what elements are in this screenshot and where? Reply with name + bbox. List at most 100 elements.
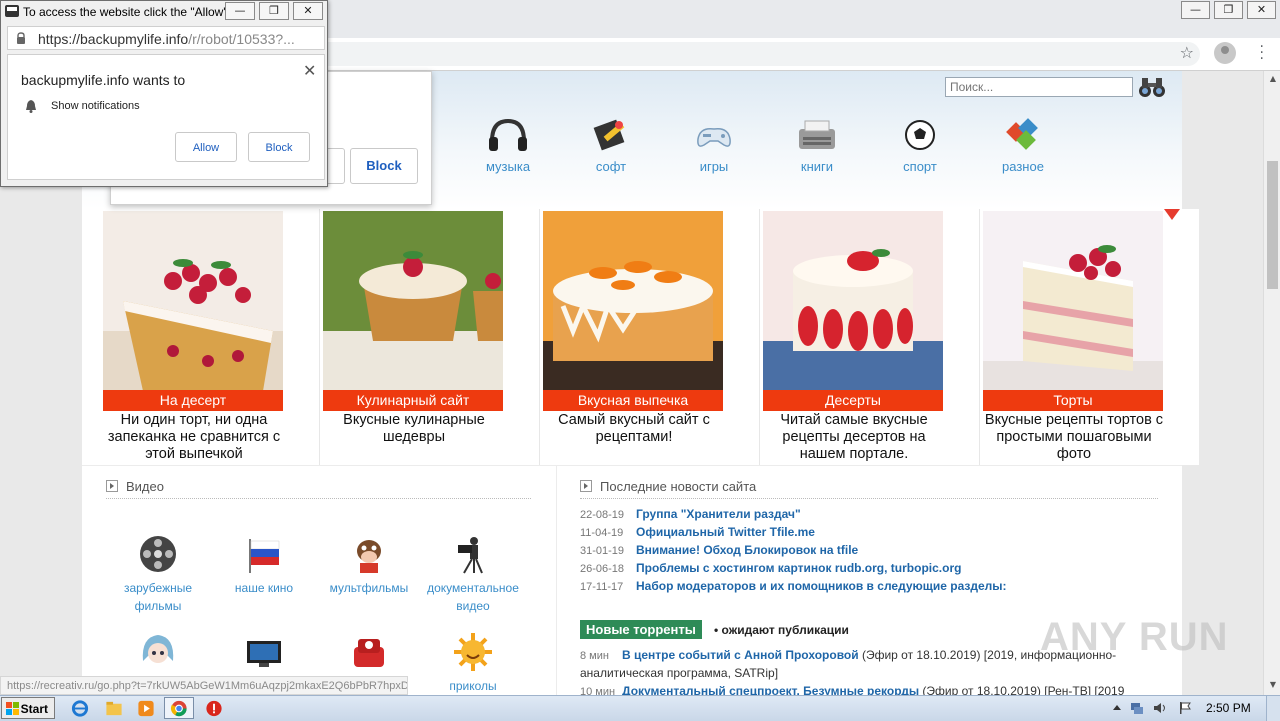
scroll-down-arrow-icon[interactable]: ▼ <box>1270 680 1276 689</box>
card-ribbon[interactable]: На десерт <box>103 390 283 411</box>
close-icon[interactable]: ✕ <box>303 61 316 80</box>
category-label: музыка <box>485 159 531 174</box>
start-label: Start <box>20 702 48 716</box>
bookmark-star-icon[interactable]: ☆ <box>1180 43 1194 62</box>
anyrun-watermark: ANY RUN <box>1040 615 1229 659</box>
video-category-our-cinema[interactable]: наше кино <box>214 533 314 597</box>
news-date: 22-08-19 <box>580 509 625 521</box>
awaiting-publication-link[interactable]: • ожидают публикации <box>714 623 849 637</box>
category-music[interactable]: музыка <box>468 115 548 174</box>
file-explorer-icon[interactable] <box>104 699 124 718</box>
scroll-up-arrow-icon[interactable]: ▲ <box>1270 74 1276 83</box>
news-link[interactable]: Группа "Хранители раздач" <box>636 507 801 521</box>
windows-logo-icon <box>6 702 19 715</box>
category-games[interactable]: игры <box>674 115 754 174</box>
video-category-foreign-films[interactable]: зарубежные фильмы <box>108 533 208 615</box>
column-divider <box>556 466 557 695</box>
browser-window-controls: — ❐ ✕ <box>1177 0 1280 20</box>
new-torrents-badge[interactable]: Новые торренты <box>580 620 702 639</box>
site-prompt-allow-button-edge[interactable] <box>326 148 345 184</box>
film-reel-icon <box>140 536 176 572</box>
video-category-sport[interactable] <box>319 631 419 677</box>
card-ribbon[interactable]: Кулинарный сайт <box>323 390 503 411</box>
video-category-anime[interactable] <box>108 631 208 677</box>
taskbar-clock[interactable]: 2:50 PM <box>1206 701 1251 715</box>
video-section-title[interactable]: Видео <box>106 479 164 494</box>
action-center-flag-icon[interactable] <box>1178 701 1192 715</box>
news-link[interactable]: Набор модераторов и их помощников в след… <box>636 579 1007 593</box>
banner-card[interactable]: Десерты Читай самые вкусные рецепты десе… <box>761 209 980 465</box>
misc-icon <box>1006 118 1038 150</box>
search-input[interactable] <box>945 77 1133 97</box>
news-date: 26-06-18 <box>580 563 625 575</box>
banner-card[interactable]: Вкусная выпечка Самый вкусный сайт с рец… <box>541 209 760 465</box>
news-item: 31-01-19 Внимание! Обход Блокировок на tf… <box>580 543 1140 561</box>
news-link[interactable]: Официальный Twitter Tfile.me <box>636 525 815 539</box>
video-category-label: наше кино <box>234 581 294 595</box>
browser-menu-icon[interactable]: · · · <box>1260 40 1264 66</box>
windows-taskbar: Start 2:50 PM <box>0 695 1280 721</box>
news-item: 11-04-19 Официальный Twitter Tfile.me <box>580 525 1140 543</box>
status-bar-url: https://recreativ.ru/go.php?t=7rkUW5AbGe… <box>0 676 408 695</box>
category-misc[interactable]: разное <box>983 115 1063 174</box>
popup-maximize-button[interactable]: ❐ <box>259 2 289 20</box>
video-category-label: документальное видео <box>427 581 519 613</box>
banner-card[interactable]: Кулинарный сайт Вкусные кулинарные шедев… <box>321 209 540 465</box>
torrent-title[interactable]: В центре событий с Анной Прохоровой <box>622 648 859 662</box>
site-prompt-block-button[interactable]: Block <box>350 148 418 184</box>
start-button[interactable]: Start <box>1 697 55 719</box>
restore-button[interactable]: ❐ <box>1214 1 1243 19</box>
russian-flag-icon <box>249 539 280 573</box>
video-category-tv[interactable] <box>214 631 314 677</box>
category-sport[interactable]: спорт <box>880 115 960 174</box>
category-label: игры <box>699 159 729 174</box>
volume-icon[interactable] <box>1153 701 1167 715</box>
card-ribbon[interactable]: Вкусная выпечка <box>543 390 723 411</box>
card-ribbon[interactable]: Десерты <box>763 390 943 411</box>
news-section-title[interactable]: Последние новости сайта <box>580 479 756 494</box>
banner-card[interactable]: На десерт Ни один торт, ни одна запеканк… <box>101 209 320 465</box>
video-category-label: мультфильмы <box>329 581 409 595</box>
chrome-icon[interactable] <box>169 699 189 718</box>
popup-url-bar[interactable]: https://backupmylife.info/r/robot/10533?… <box>7 26 325 50</box>
news-title-text: Последние новости сайта <box>600 479 757 494</box>
news-link[interactable]: Проблемы с хостингом картинок rudb.org, … <box>636 561 961 575</box>
torrent-meta: (Эфир от 18.10.2019) [Рен-ТВ] [2019 <box>919 684 1125 695</box>
network-icon[interactable] <box>1130 701 1144 715</box>
lock-icon[interactable] <box>16 32 26 44</box>
video-category-jokes[interactable]: приколы <box>423 631 523 695</box>
binoculars-search-icon[interactable] <box>1138 75 1166 99</box>
popup-close-button[interactable]: ✕ <box>293 2 323 20</box>
close-button[interactable]: ✕ <box>1247 1 1276 19</box>
stop-shield-icon[interactable] <box>204 699 224 718</box>
category-soft[interactable]: софт <box>571 115 651 174</box>
section-divider <box>82 465 1182 466</box>
banner-card[interactable]: Торты Вкусные рецепты тортов с простыми … <box>981 209 1199 465</box>
section-bullet-icon <box>580 480 592 492</box>
torrent-title[interactable]: Документальный спецпроект. Безумные реко… <box>622 684 919 695</box>
media-player-icon[interactable] <box>136 699 156 718</box>
block-button[interactable]: Block <box>248 132 310 162</box>
typewriter-icon <box>799 120 835 149</box>
category-books[interactable]: книги <box>777 115 857 174</box>
show-desktop-button[interactable] <box>1266 696 1280 721</box>
smiling-sun-icon <box>454 633 492 671</box>
news-list: 22-08-19 Группа "Хранители раздач" 11-04-… <box>580 507 1140 597</box>
scrollbar-thumb[interactable] <box>1267 161 1278 289</box>
allow-button[interactable]: Allow <box>175 132 237 162</box>
video-category-cartoons[interactable]: мультфильмы <box>319 533 419 597</box>
tray-expand-icon[interactable] <box>1110 701 1124 715</box>
collapse-arrow-icon[interactable] <box>1164 209 1180 220</box>
notification-permission-dialog: backupmylife.info wants to ✕ Show notifi… <box>7 54 325 180</box>
minimize-button[interactable]: — <box>1181 1 1210 19</box>
video-category-documentary[interactable]: документальное видео <box>423 533 523 615</box>
card-ribbon[interactable]: Торты <box>983 390 1163 411</box>
torte-image <box>983 211 1163 391</box>
news-link[interactable]: Внимание! Обход Блокировок на tfile <box>636 543 858 557</box>
permission-heading: backupmylife.info wants to <box>21 72 186 88</box>
page-scrollbar[interactable] <box>1263 71 1280 695</box>
tv-icon <box>247 641 281 667</box>
popup-minimize-button[interactable]: — <box>225 2 255 20</box>
profile-avatar-icon[interactable] <box>1214 42 1236 64</box>
internet-explorer-icon[interactable] <box>70 699 90 718</box>
